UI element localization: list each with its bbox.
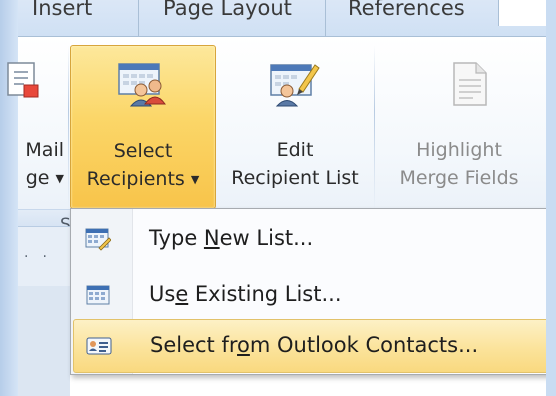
tab-references[interactable]: References [348,0,465,26]
document-margin-shade [18,286,70,396]
outlook-contacts-icon [86,333,112,359]
tab-mailings[interactable] [498,0,546,26]
highlight-merge-fields-label-line2: Merge Fields [399,167,519,189]
start-mail-merge-icon [4,59,44,112]
highlight-merge-fields-label-line1: Highlight [416,139,502,161]
select-recipients-button[interactable]: Select Recipients ▼ [70,45,216,209]
menu-item-use-existing-list[interactable]: Use Existing List... [73,269,553,323]
window-frame-right [546,0,556,396]
select-recipients-label-line2: Recipients ▼ [86,168,200,190]
highlight-merge-fields-button[interactable]: Highlight Merge Fields [376,45,556,209]
select-recipients-dropdown-menu: Type New List... Use Existing List... Se… [70,208,556,375]
start-mail-merge-label-line2: ge ▼ [25,167,64,189]
ribbon-body: Mail ge ▼ Select Recipients ▼ Edit Recip… [7,36,546,235]
dropdown-arrow-icon: ▼ [190,173,200,186]
edit-recipient-list-label-line1: Edit [276,139,314,161]
tab-insert[interactable]: Insert [32,0,92,26]
existing-list-icon [85,282,111,308]
dropdown-arrow-icon: ▼ [55,172,64,185]
menu-item-label: Select from Outlook Contacts... [150,333,479,357]
edit-recipient-list-button[interactable]: Edit Recipient List [220,45,370,209]
type-new-list-icon [85,226,112,252]
edit-recipient-list-label-line2: Recipient List [231,167,359,189]
group-separator [68,45,69,210]
tab-divider [325,0,326,37]
start-mail-merge-button[interactable]: Mail ge ▼ [0,45,66,209]
start-mail-merge-label-line1: Mail [25,139,64,161]
ribbon-tab-strip: Insert Page Layout References [18,0,546,37]
highlight-merge-fields-icon [450,59,490,116]
menu-item-label: Type New List... [149,226,314,250]
tab-page-layout[interactable]: Page Layout [163,0,292,26]
menu-item-select-from-outlook-contacts[interactable]: Select from Outlook Contacts... [73,319,553,373]
ruler-ticks: ·· [24,249,61,265]
select-recipients-icon [117,60,169,115]
edit-recipient-list-icon [269,59,321,114]
select-recipients-label-line1: Select [113,140,173,162]
tab-divider [138,0,139,37]
menu-item-type-new-list[interactable]: Type New List... [73,213,553,267]
menu-item-label: Use Existing List... [149,282,342,306]
